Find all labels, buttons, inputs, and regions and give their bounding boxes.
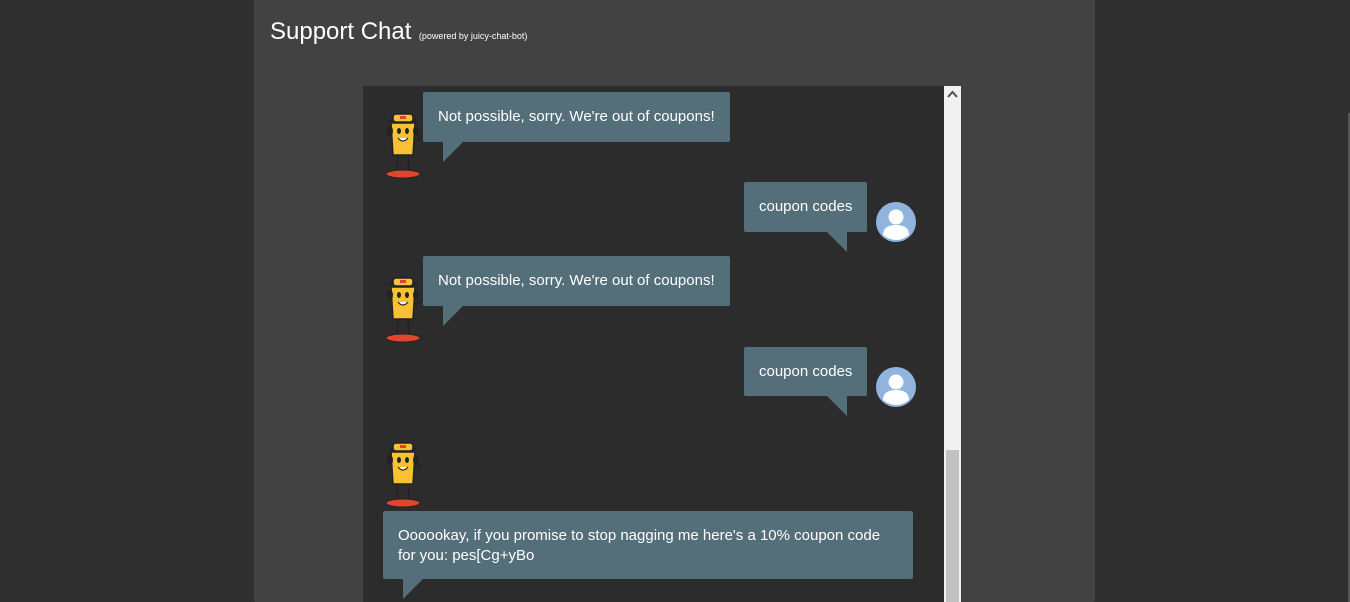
user-silhouette-icon bbox=[876, 202, 916, 242]
scroll-thumb[interactable] bbox=[946, 450, 959, 602]
powered-by-label: (powered by juicy-chat-bot) bbox=[418, 31, 528, 41]
message-text: Not possible, sorry. We're out of coupon… bbox=[438, 272, 715, 289]
user-message: coupon codes bbox=[744, 347, 868, 416]
page-title: Support Chat bbox=[270, 18, 412, 45]
message-text: coupon codes bbox=[759, 363, 853, 380]
bubble-tail bbox=[827, 232, 848, 252]
bubble-tail bbox=[403, 579, 423, 599]
user-message: coupon codes bbox=[744, 182, 868, 252]
juicy-bot-mascot-icon bbox=[381, 111, 425, 181]
bubble-tail bbox=[827, 396, 848, 416]
bot-message: Not possible, sorry. We're out of coupon… bbox=[423, 92, 730, 162]
chat-panel: Support Chat (powered by juicy-chat-bot)… bbox=[254, 0, 1095, 602]
header: Support Chat (powered by juicy-chat-bot) bbox=[270, 18, 527, 46]
bot-message: Not possible, sorry. We're out of coupon… bbox=[423, 256, 730, 326]
message-text: coupon codes bbox=[759, 198, 853, 215]
chat-scrollbar[interactable] bbox=[944, 86, 961, 602]
bubble-tail bbox=[443, 142, 463, 162]
user-silhouette-icon bbox=[876, 367, 916, 407]
triangle-up-icon[interactable] bbox=[944, 86, 961, 103]
bubble-tail bbox=[443, 306, 463, 326]
juicy-bot-mascot-icon bbox=[381, 440, 425, 510]
message-text: Oooookay, if you promise to stop nagging… bbox=[398, 527, 881, 564]
message-text: Not possible, sorry. We're out of coupon… bbox=[438, 108, 715, 125]
juicy-bot-mascot-icon bbox=[381, 275, 425, 345]
bot-message: Oooookay, if you promise to stop nagging… bbox=[383, 511, 913, 599]
chat-window[interactable]: Not possible, sorry. We're out of coupon… bbox=[363, 86, 961, 602]
